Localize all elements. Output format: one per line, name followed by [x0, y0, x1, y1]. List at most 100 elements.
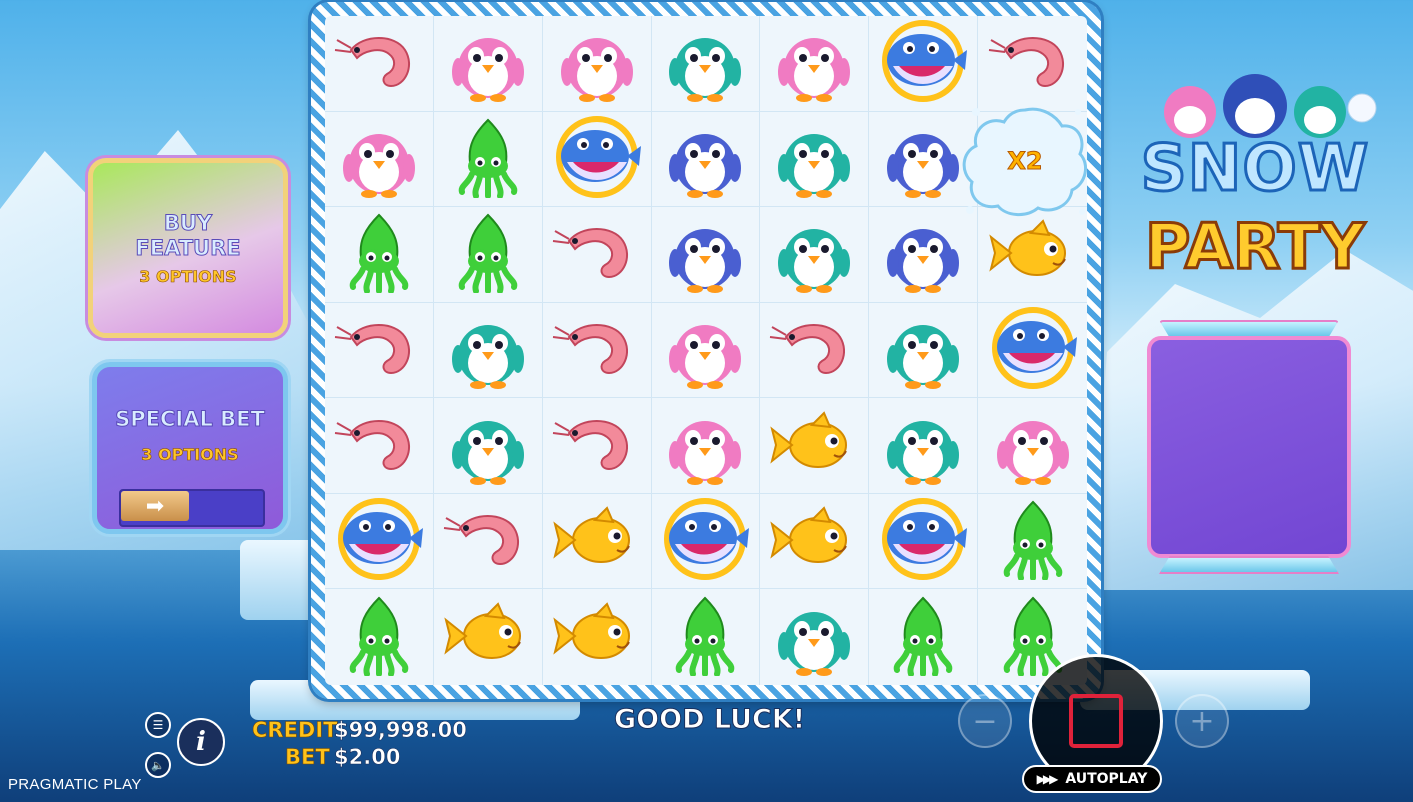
- grid-cell: [651, 398, 761, 494]
- whale-icon: [551, 115, 643, 202]
- penguin-blue-icon: [659, 116, 751, 202]
- logo-party: PARTY: [1144, 209, 1367, 285]
- grid-cell: [325, 302, 434, 399]
- grid-cell: [760, 398, 870, 494]
- grid-cell: [325, 589, 434, 685]
- status-message: GOOD LUCK!: [613, 704, 806, 736]
- penguin-teal-icon: [877, 307, 969, 393]
- decrease-bet-button[interactable]: −: [958, 694, 1012, 748]
- special-bet-button[interactable]: SPECIAL BET 3 OPTIONS ➡: [92, 362, 288, 534]
- penguin-pink-icon: [659, 307, 751, 393]
- credit-value: $99,998.00: [334, 718, 467, 743]
- grid-cell: [542, 302, 652, 399]
- penguin-pink-icon: [333, 116, 425, 202]
- whale-icon: [877, 20, 969, 106]
- arrow-right-icon: ➡: [121, 491, 189, 521]
- grid-cell: [434, 589, 543, 685]
- buy-feature-title-line2: FEATURE: [135, 235, 241, 260]
- grid-cell: [869, 302, 979, 399]
- special-bet-subtitle: 3 OPTIONS: [141, 445, 239, 465]
- penguin-pink-icon: [551, 20, 643, 106]
- shrimp-icon: [768, 307, 860, 393]
- buy-feature-subtitle: 3 OPTIONS: [139, 266, 237, 286]
- grid-cell: [978, 207, 1087, 303]
- grid-cell: [652, 589, 761, 685]
- grid-cell: [978, 398, 1087, 494]
- grid-cell: [325, 111, 434, 208]
- game-logo: SNOW PARTY: [1130, 70, 1380, 300]
- squid-icon: [333, 211, 425, 297]
- grid-cell: [760, 493, 870, 590]
- penguin-teal-icon: [442, 403, 534, 489]
- penguin-pink-icon: [442, 20, 534, 106]
- info-icon[interactable]: i: [177, 718, 225, 766]
- fish-icon: [768, 498, 860, 584]
- grid-cell: [760, 302, 870, 399]
- grid-cell: [325, 16, 434, 112]
- penguin-teal-icon: [877, 403, 969, 489]
- shrimp-icon: [551, 211, 643, 297]
- shrimp-icon: [551, 403, 643, 489]
- grid-cell: [542, 398, 652, 494]
- increase-bet-button[interactable]: +: [1175, 694, 1229, 748]
- whale-icon: [987, 306, 1079, 393]
- penguin-pink-icon: [768, 20, 860, 106]
- penguin-pink-icon: [987, 403, 1079, 489]
- grid-cell: [651, 111, 761, 208]
- penguin-teal-icon: [768, 211, 860, 297]
- buy-feature-button[interactable]: BUY FEATURE 3 OPTIONS: [88, 158, 288, 338]
- grid-cell: [433, 207, 543, 303]
- shrimp-icon: [442, 498, 534, 584]
- squid-icon: [659, 594, 751, 680]
- penguin-teal-icon: [768, 594, 860, 680]
- side-panel: [1143, 310, 1355, 580]
- grid-cell: [433, 16, 543, 112]
- panel-cap-bottom: [1159, 556, 1339, 574]
- grid-cell: [651, 207, 761, 303]
- penguin-blue-icon: [877, 211, 969, 297]
- grid-cell: [325, 398, 434, 494]
- fish-icon: [551, 594, 643, 680]
- spin-icon: [1069, 694, 1123, 748]
- grid-cell: [651, 302, 761, 399]
- autoplay-button[interactable]: ▶▶▶ AUTOPLAY: [1022, 765, 1162, 793]
- menu-icon[interactable]: ☰: [145, 712, 171, 738]
- grid-cell: [542, 207, 652, 303]
- whale-icon: [877, 498, 969, 584]
- shrimp-icon: [333, 403, 425, 489]
- shrimp-icon: [333, 307, 425, 393]
- penguin-teal-icon: [659, 20, 751, 106]
- autoplay-icon: ▶▶▶: [1036, 772, 1059, 786]
- bet-value: $2.00: [334, 745, 401, 770]
- grid-cell: [433, 302, 543, 399]
- panel-screen: [1147, 336, 1351, 558]
- special-bet-toggle[interactable]: ➡: [119, 489, 265, 527]
- credit-label: CREDIT: [252, 718, 338, 743]
- grid-cell: [325, 207, 434, 303]
- squid-icon: [442, 116, 534, 202]
- grid-cell: [760, 207, 870, 303]
- shrimp-icon: [333, 20, 425, 106]
- whale-icon: [333, 498, 425, 584]
- shrimp-icon: [551, 307, 643, 393]
- grid-cell: [433, 111, 543, 208]
- grid-cell: [978, 16, 1087, 112]
- shrimp-icon: [987, 20, 1079, 106]
- grid-cell: [325, 493, 434, 590]
- bet-label: BET: [285, 745, 330, 770]
- buy-feature-title-line1: BUY: [163, 210, 213, 235]
- grid-cell: [869, 398, 979, 494]
- sound-icon[interactable]: 🔈: [145, 752, 171, 778]
- squid-icon: [442, 211, 534, 297]
- fish-icon: [987, 211, 1079, 297]
- grid-cell: [978, 494, 1087, 590]
- logo-snow: SNOW: [1139, 131, 1370, 208]
- squid-icon: [877, 594, 969, 680]
- grid-cell: [542, 493, 652, 590]
- grid-cell: [869, 207, 979, 303]
- autoplay-label: AUTOPLAY: [1065, 771, 1148, 787]
- grid-cell: [869, 16, 979, 112]
- grid-cell: [433, 398, 543, 494]
- brand-label: PRAGMATIC PLAY: [8, 776, 142, 793]
- squid-icon: [333, 594, 425, 680]
